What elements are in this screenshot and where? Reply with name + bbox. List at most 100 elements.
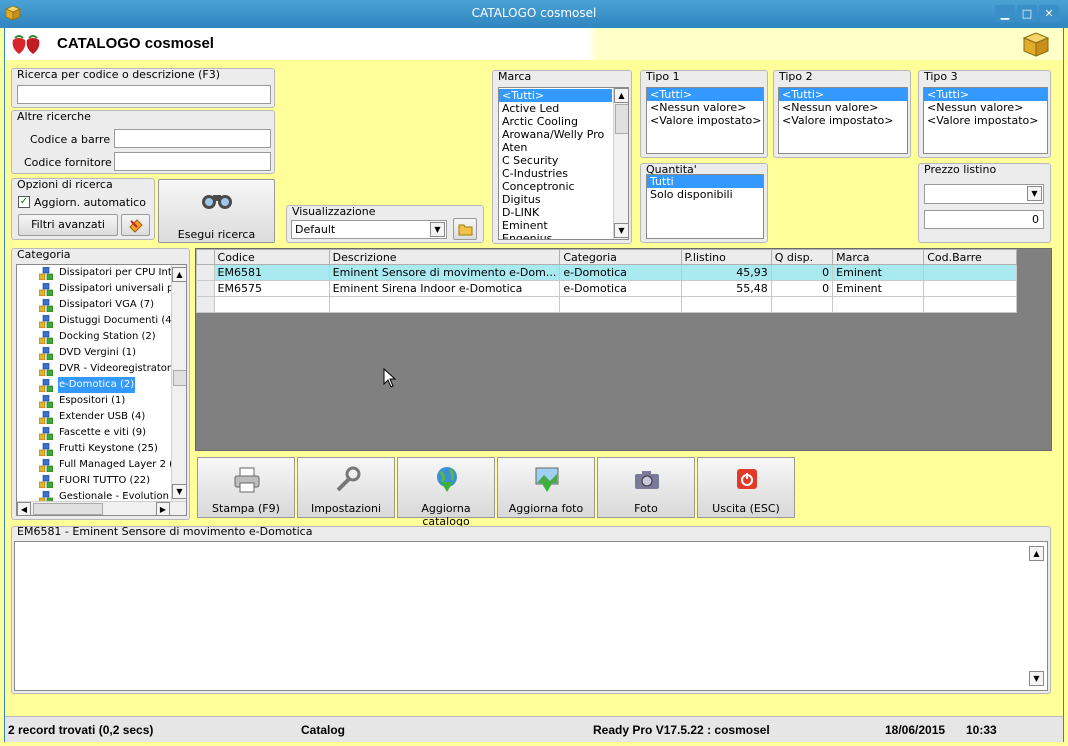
brand-scrollbar[interactable]: ▲ ▼ — [613, 88, 628, 239]
brand-list[interactable]: <Tutti> Active Led Arctic Cooling Arowana/W… — [498, 87, 629, 240]
table-row[interactable]: EM6581 Eminent Sensore di movimento e-Dom… — [196, 264, 1017, 281]
maximize-button[interactable]: □ — [1017, 5, 1037, 22]
tipo3-list-item[interactable]: <Valore impostato> — [924, 114, 1047, 127]
search-input[interactable] — [17, 85, 271, 104]
barcode-input[interactable] — [114, 129, 271, 148]
table-cell: Eminent — [832, 280, 925, 297]
execute-search-button[interactable]: Esegui ricerca — [158, 179, 275, 243]
wrench-icon — [336, 466, 361, 492]
row-selector[interactable] — [196, 280, 215, 297]
minimize-button[interactable]: ▁ — [995, 5, 1015, 22]
tipo1-list-item[interactable]: <Tutti> — [647, 88, 763, 101]
tipo2-list-item[interactable]: <Nessun valore> — [779, 101, 907, 114]
tipo1-list-item[interactable]: <Valore impostato> — [647, 114, 763, 127]
column-header[interactable]: Q disp. — [770, 249, 834, 265]
brand-list-item[interactable]: Digitus — [499, 193, 612, 206]
table-row[interactable]: EM6575 Eminent Sirena Indoor e-Domotica e-… — [196, 280, 1017, 297]
products-grid[interactable]: Codice Descrizione Categoria P.listino Q dis… — [195, 248, 1052, 451]
status-time: 10:33 — [966, 723, 997, 737]
column-header[interactable]: Cod.Barre — [923, 249, 1017, 265]
tipo2-list[interactable]: <Tutti> <Nessun valore> <Valore impostato> — [778, 87, 908, 154]
scroll-down-icon[interactable]: ▼ — [614, 223, 628, 238]
category-group: Categoria Dissipatori per CPU Intel (Dis… — [11, 248, 190, 520]
status-date: 18/06/2015 — [885, 723, 946, 737]
tipo3-list[interactable]: <Tutti> <Nessun valore> <Valore impostato> — [923, 87, 1048, 154]
status-bar: 2 record trovati (0,2 secs) Catalog Read… — [5, 716, 1063, 742]
category-tree-label: Dissipatori VGA (7) — [59, 299, 155, 310]
column-header[interactable]: Marca — [832, 249, 925, 265]
quantity-list-item[interactable]: Solo disponibili — [647, 188, 763, 201]
quantity-list[interactable]: Tutti Solo disponibili — [646, 174, 764, 239]
category-vscrollbar[interactable]: ▲ ▼ — [171, 265, 186, 501]
tipo1-list[interactable]: <Tutti> <Nessun valore> <Valore impostato> — [646, 87, 764, 154]
scroll-up-icon[interactable]: ▲ — [1029, 546, 1044, 561]
brand-list-item[interactable]: Aten — [499, 141, 612, 154]
scroll-down-icon[interactable]: ▼ — [172, 484, 186, 499]
table-cell: EM6581 — [213, 264, 330, 281]
category-node-icon — [39, 299, 53, 312]
scroll-left-icon[interactable]: ◀ — [17, 502, 31, 515]
brand-list-item[interactable]: D-LINK — [499, 206, 612, 219]
category-node-icon — [39, 331, 53, 344]
scroll-right-icon[interactable]: ▶ — [156, 502, 170, 515]
category-hscrollbar[interactable]: ◀ ▶ — [17, 501, 186, 515]
price-operator-select[interactable]: ▼ — [924, 184, 1044, 204]
table-cell: 0 — [770, 280, 834, 297]
scroll-thumb[interactable] — [173, 370, 186, 386]
brand-list-item[interactable]: Eminent — [499, 219, 612, 232]
column-header[interactable]: Codice — [213, 249, 330, 265]
tipo3-list-item[interactable]: <Tutti> — [924, 88, 1047, 101]
page-title: CATALOGO cosmosel — [57, 35, 214, 52]
table-row[interactable] — [196, 296, 1017, 313]
print-button[interactable]: Stampa (F9) — [197, 457, 295, 518]
row-selector[interactable] — [196, 296, 215, 313]
tipo2-list-item[interactable]: <Valore impostato> — [779, 114, 907, 127]
brand-list-item[interactable]: Arowana/Welly Pro — [499, 128, 612, 141]
photo-button[interactable]: Foto — [597, 457, 695, 518]
exit-button[interactable]: Uscita (ESC) — [697, 457, 795, 518]
hscroll-thumb[interactable] — [33, 503, 103, 515]
category-tree[interactable]: Dissipatori per CPU Intel (Dissipatori u… — [16, 264, 187, 516]
table-header-row: Codice Descrizione Categoria P.listino Q dis… — [196, 249, 1017, 265]
scroll-up-icon[interactable]: ▲ — [172, 267, 186, 282]
column-header[interactable]: Categoria — [559, 249, 682, 265]
brand-list-item[interactable]: <Tutti> — [499, 89, 612, 102]
price-value-input[interactable]: 0 — [924, 210, 1044, 229]
status-records: 2 record trovati (0,2 secs) — [8, 723, 154, 737]
scroll-up-icon[interactable]: ▲ — [614, 88, 628, 103]
clear-filters-button[interactable] — [121, 214, 150, 236]
update-catalog-button[interactable]: Aggiorna catalogo — [397, 457, 495, 528]
category-tree-label: DVD Vergini (1) — [59, 347, 136, 358]
row-selector[interactable] — [196, 264, 215, 281]
close-button[interactable]: ✕ — [1039, 5, 1059, 22]
brand-list-item[interactable]: Conceptronic — [499, 180, 612, 193]
chevron-down-icon[interactable]: ▼ — [1027, 186, 1042, 201]
brand-list-item[interactable]: Arctic Cooling — [499, 115, 612, 128]
open-folder-button[interactable] — [453, 218, 477, 240]
tipo2-list-item[interactable]: <Tutti> — [779, 88, 907, 101]
quantity-list-item[interactable]: Tutti — [647, 175, 763, 188]
brand-list-item[interactable]: Engenius — [499, 232, 612, 239]
chevron-down-icon[interactable]: ▼ — [430, 222, 445, 237]
settings-label: Impostazioni — [310, 502, 382, 515]
brand-list-item[interactable]: Active Led — [499, 102, 612, 115]
tipo3-list-item[interactable]: <Nessun valore> — [924, 101, 1047, 114]
column-header[interactable]: Descrizione — [328, 249, 561, 265]
supplier-code-input[interactable] — [114, 152, 271, 171]
view-select[interactable]: Default ▼ — [291, 220, 447, 239]
category-tree-label: e-Domotica (2) — [58, 377, 136, 393]
scroll-thumb[interactable] — [615, 104, 628, 134]
auto-update-checkbox[interactable]: ✓ — [18, 196, 30, 208]
table-cell: 0 — [770, 264, 834, 281]
window-titlebar[interactable]: CATALOGO cosmosel ▁ □ ✕ — [0, 0, 1068, 28]
brand-list-item[interactable]: C Security — [499, 154, 612, 167]
detail-text-area[interactable]: ▲ ▼ — [14, 541, 1048, 691]
brand-list-item[interactable]: C-Industries — [499, 167, 612, 180]
scroll-down-icon[interactable]: ▼ — [1029, 671, 1044, 686]
settings-button[interactable]: Impostazioni — [297, 457, 395, 518]
update-photo-button[interactable]: Aggiorna foto — [497, 457, 595, 518]
column-header[interactable]: P.listino — [680, 249, 772, 265]
advanced-filters-button[interactable]: Filtri avanzati — [18, 214, 118, 236]
tipo1-list-item[interactable]: <Nessun valore> — [647, 101, 763, 114]
category-node-icon — [39, 347, 53, 360]
